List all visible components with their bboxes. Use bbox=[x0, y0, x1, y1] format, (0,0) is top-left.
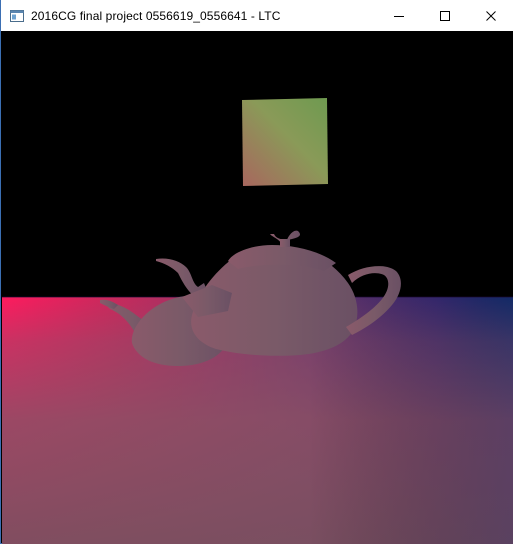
minimize-icon bbox=[394, 15, 404, 17]
minimize-button[interactable] bbox=[376, 0, 422, 31]
area-light-quad bbox=[242, 98, 328, 186]
close-button[interactable] bbox=[468, 0, 513, 31]
maximize-button[interactable] bbox=[422, 0, 468, 31]
close-icon bbox=[486, 10, 496, 21]
title-bar[interactable]: 2016CG final project 0556619_0556641 - L… bbox=[1, 0, 513, 31]
app-window: 2016CG final project 0556619_0556641 - L… bbox=[0, 0, 513, 544]
window-title: 2016CG final project 0556619_0556641 - L… bbox=[31, 8, 281, 23]
render-viewport[interactable] bbox=[2, 31, 513, 544]
scene-canvas bbox=[2, 31, 513, 544]
app-window-icon bbox=[9, 8, 25, 24]
maximize-icon bbox=[440, 10, 450, 21]
